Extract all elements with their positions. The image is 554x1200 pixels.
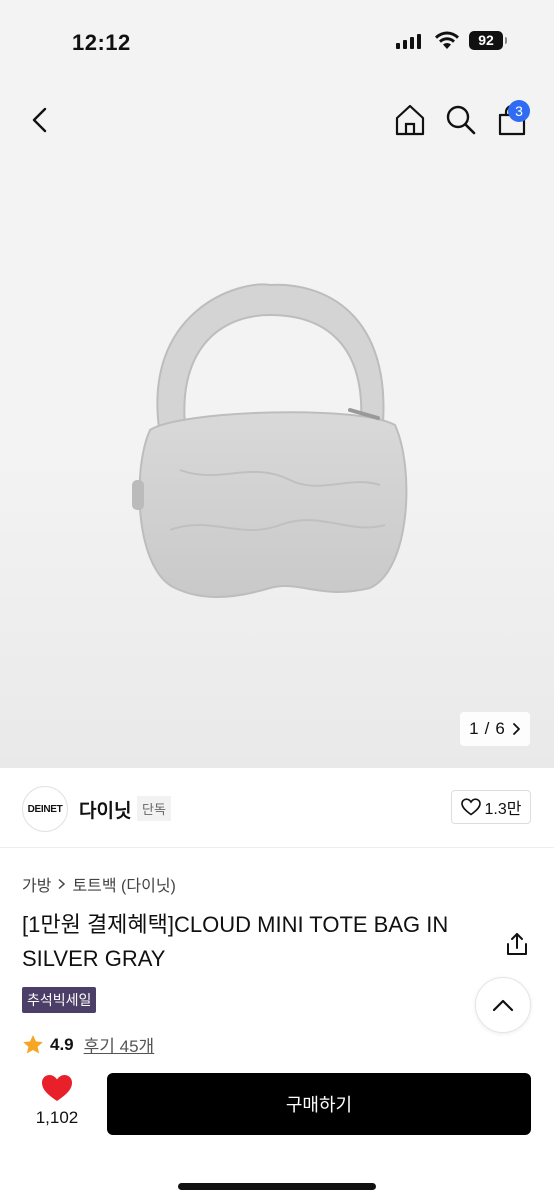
chevron-right-icon (58, 878, 66, 890)
cart-count-badge: 3 (508, 100, 530, 122)
product-title: [1만원 결제혜택]CLOUD MINI TOTE BAG IN SILVER … (22, 912, 449, 971)
bottom-purchase-bar: 1,102 구매하기 (0, 1062, 554, 1200)
search-icon[interactable] (443, 102, 479, 138)
brand-like-count: 1.3만 (484, 801, 522, 818)
breadcrumb: 가방 토트백 (다이닛) (22, 872, 176, 896)
review-count-link[interactable]: 후기 45개 (84, 1032, 155, 1057)
product-image (132, 283, 408, 598)
chevron-right-icon (512, 723, 520, 735)
brand-name[interactable]: 다이닛 (79, 796, 131, 823)
image-total: 6 (495, 719, 505, 738)
wishlist-button[interactable]: 1,102 (30, 1074, 84, 1134)
heart-outline-icon (460, 798, 481, 816)
chevron-up-icon (492, 999, 514, 1012)
back-icon[interactable] (22, 102, 58, 138)
breadcrumb-subcategory[interactable]: 토트백 (다이닛) (72, 872, 175, 896)
rating-row: 4.9 후기 45개 (22, 1032, 154, 1057)
share-icon[interactable] (503, 930, 531, 958)
sale-badge: 추석빅세일 (22, 987, 97, 1013)
exclusive-badge: 단독 (137, 796, 171, 821)
battery-icon: 92 (469, 31, 507, 50)
home-indicator (178, 1183, 376, 1190)
top-nav (0, 96, 554, 146)
signal-icon (396, 33, 421, 49)
image-current: 1 (469, 719, 479, 738)
status-time: 12:12 (72, 30, 131, 55)
wishlist-count: 1,102 (35, 1108, 79, 1127)
brand-like-button[interactable]: 1.3만 (451, 790, 531, 824)
breadcrumb-category[interactable]: 가방 (22, 872, 51, 896)
image-separator: / (484, 719, 490, 738)
brand-logo[interactable]: DEINET (22, 786, 68, 832)
buy-button[interactable]: 구매하기 (107, 1073, 531, 1135)
wifi-icon (435, 31, 459, 49)
home-icon[interactable] (392, 102, 428, 138)
brand-row: DEINET 다이닛 단독 1.3만 (0, 768, 554, 848)
star-icon (23, 1035, 43, 1054)
status-bar: 12:12 92 (0, 0, 554, 80)
battery-level: 92 (469, 31, 503, 50)
scroll-top-button[interactable] (475, 977, 531, 1033)
heart-filled-icon (42, 1075, 72, 1101)
product-image-area[interactable]: 12:12 92 3 1 / 6 (0, 0, 554, 768)
image-counter[interactable]: 1 / 6 (460, 712, 530, 746)
rating-score: 4.9 (50, 1034, 74, 1054)
